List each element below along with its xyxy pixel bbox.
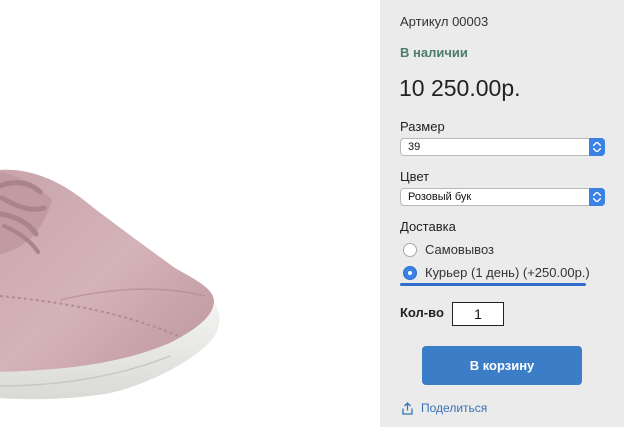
quantity-input[interactable] <box>452 302 504 326</box>
radio-unchecked[interactable] <box>403 242 417 257</box>
delivery-option-pickup[interactable]: Самовывоз <box>403 242 494 257</box>
quantity-label: Кол-во <box>400 305 444 320</box>
color-select-value: Розовый бук <box>408 191 472 203</box>
product-price: 10 250.00р. <box>399 75 521 101</box>
select-arrows-icon <box>589 138 605 156</box>
product-sku: Артикул 00003 <box>400 14 489 29</box>
product-image <box>0 0 380 427</box>
delivery-option-label: Курьер (1 день) (+250.00р.) <box>425 265 590 280</box>
size-label: Размер <box>400 119 445 134</box>
color-select[interactable]: Розовый бук <box>400 188 605 206</box>
add-to-cart-button[interactable]: В корзину <box>422 346 582 385</box>
share-link[interactable]: Поделиться <box>401 401 487 415</box>
delivery-option-label: Самовывоз <box>425 242 494 257</box>
size-select-value: 39 <box>408 141 421 153</box>
select-arrows-icon <box>589 188 605 206</box>
size-select[interactable]: 39 <box>400 138 605 156</box>
product-options-panel: Артикул 00003 В наличии 10 250.00р. Разм… <box>380 0 624 427</box>
radio-checked[interactable] <box>403 265 417 280</box>
share-icon <box>402 401 413 415</box>
sneaker-illustration <box>0 169 220 400</box>
selected-option-underline <box>400 283 586 286</box>
share-link-label: Поделиться <box>421 401 488 415</box>
color-label: Цвет <box>400 169 430 184</box>
stock-status: В наличии <box>400 45 468 60</box>
delivery-option-courier[interactable]: Курьер (1 день) (+250.00р.) <box>403 265 590 280</box>
delivery-label: Доставка <box>400 219 456 234</box>
